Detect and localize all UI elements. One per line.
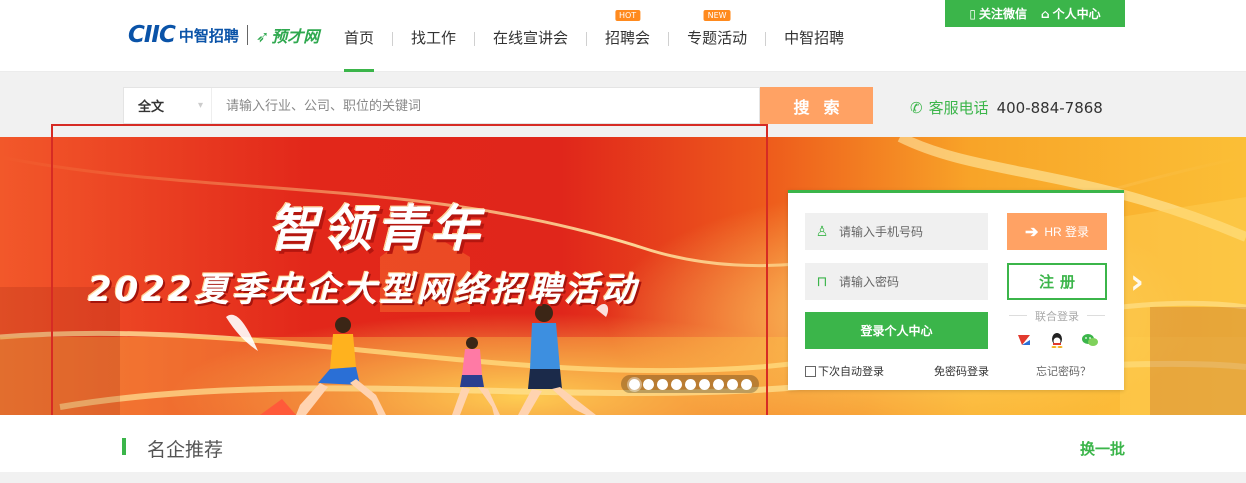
logo-ciic-text: CIIC [128,22,176,48]
nav-divider [474,32,476,46]
remember-me[interactable]: 下次自动登录 [805,363,884,379]
remember-checkbox[interactable] [805,365,816,377]
user-icon: ♙ [815,223,829,240]
hot-badge: HOT [614,10,641,21]
carousel-dot[interactable] [726,378,738,390]
nav-item-job-fair[interactable]: HOT 招聘会 [591,0,664,72]
carousel-dot[interactable] [684,378,696,390]
password-field: ⊓ [805,263,988,300]
personal-center-link[interactable]: ⌂ 个人中心 [1041,5,1101,22]
nav-item-special-events[interactable]: NEW 专题活动 [673,0,761,72]
search-type-label: 全文 [138,100,165,115]
hr-login-button[interactable]: ➔ HR 登录 [1007,213,1107,250]
nav-item-label: 中智招聘 [784,29,845,47]
chevron-right-icon[interactable]: › [1130,262,1144,302]
follow-wechat-link[interactable]: ▯ 关注微信 [969,5,1027,22]
qq-icon[interactable] [1048,331,1066,349]
logo-cn-text: 中智招聘 [178,26,239,45]
nav-item-ciic-recruit[interactable]: 中智招聘 [770,0,858,72]
refresh-batch-link[interactable]: 换一批 [1080,438,1125,459]
passwordless-login-link[interactable]: 免密码登录 [934,363,989,379]
home-icon: ⌂ [1041,6,1050,21]
follow-wechat-label: 关注微信 [978,7,1027,21]
nav-item-label: 专题活动 [687,29,748,47]
new-badge: NEW [703,10,731,21]
featured-companies-section: 名企推荐 换一批 [0,415,1246,472]
register-button[interactable]: 注册 [1007,263,1107,300]
leaf-icon: ➶ [255,27,270,46]
phone-icon: ✆ [910,98,923,117]
section-accent-bar [122,438,126,455]
carousel-dot[interactable] [628,378,640,390]
forgot-password-link[interactable]: 忘记密码？ [1036,363,1091,379]
nav-item-home[interactable]: 首页 [330,0,388,72]
site-logo[interactable]: CIIC 中智招聘 ➶ 预才网 [128,22,319,48]
carousel-dot[interactable] [656,378,668,390]
main-nav: 首页 找工作 在线宣讲会 HOT 招聘会 NEW 专题活动 中智招聘 [330,0,858,72]
phone-field: ♙ [805,213,988,250]
logo-yucai-text: 预才网 [271,27,320,46]
search-input[interactable] [212,88,759,123]
nav-item-find-job[interactable]: 找工作 [397,0,470,72]
sign-in-icon: ➔ [1024,223,1039,241]
chevron-down-icon: ▾ [197,100,203,111]
search-box: 全文 ▾ [123,87,760,124]
carousel-dots [621,375,759,393]
hotline-label: 客服电话 [928,99,989,117]
carousel-dot[interactable] [670,378,682,390]
logo-yucai: ➶ 预才网 [256,23,319,47]
nav-divider [765,32,767,46]
nav-item-label: 首页 [344,29,375,47]
banner-title: 智领青年 [268,199,484,258]
nav-divider [668,32,670,46]
carousel-dot[interactable] [642,378,654,390]
phone-input[interactable] [839,224,979,239]
login-personal-center-button[interactable]: 登录个人中心 [805,312,988,349]
carousel-dot[interactable] [698,378,710,390]
nav-divider [586,32,588,46]
social-login-icons [1007,331,1107,349]
weibo-icon[interactable] [1015,331,1033,349]
nav-item-online-seminar[interactable]: 在线宣讲会 [479,0,582,72]
login-card: ♙ ⊓ 登录个人中心 ➔ HR 登录 注册 联合登录 下次自动登录 免密码登录 … [788,190,1124,390]
lock-icon: ⊓ [816,273,828,290]
user-links-bar: ▯ 关注微信 ⌂ 个人中心 [945,0,1125,27]
carousel-dot[interactable] [740,378,752,390]
logo-separator [246,25,248,45]
mobile-icon: ▯ [969,6,976,21]
search-type-select[interactable]: 全文 ▾ [124,88,212,123]
search-button[interactable]: 搜索 [760,87,873,124]
nav-divider [392,32,394,46]
search-row: 全文 ▾ 搜索 ✆ 客服电话 400-884-7868 [0,72,1246,137]
hr-login-label: HR 登录 [1044,225,1090,239]
banner-subtitle: 2022夏季央企大型网络招聘活动 [88,270,639,310]
union-login-label: 联合登录 [1007,308,1107,324]
section-title: 名企推荐 [147,439,224,461]
nav-item-label: 在线宣讲会 [493,29,569,47]
nav-item-label: 招聘会 [605,29,651,47]
nav-item-label: 找工作 [411,29,457,47]
customer-hotline: ✆ 客服电话 400-884-7868 [910,97,1103,118]
top-navigation-bar: CIIC 中智招聘 ➶ 预才网 首页 找工作 在线宣讲会 HOT 招聘会 NEW … [0,0,1246,72]
wechat-icon[interactable] [1081,331,1099,349]
hotline-number: 400-884-7868 [996,98,1103,117]
personal-center-label: 个人中心 [1052,7,1101,21]
password-input[interactable] [839,274,979,289]
carousel-dot[interactable] [712,378,724,390]
remember-label: 下次自动登录 [818,366,884,378]
section-bottom-strip [0,472,1246,483]
